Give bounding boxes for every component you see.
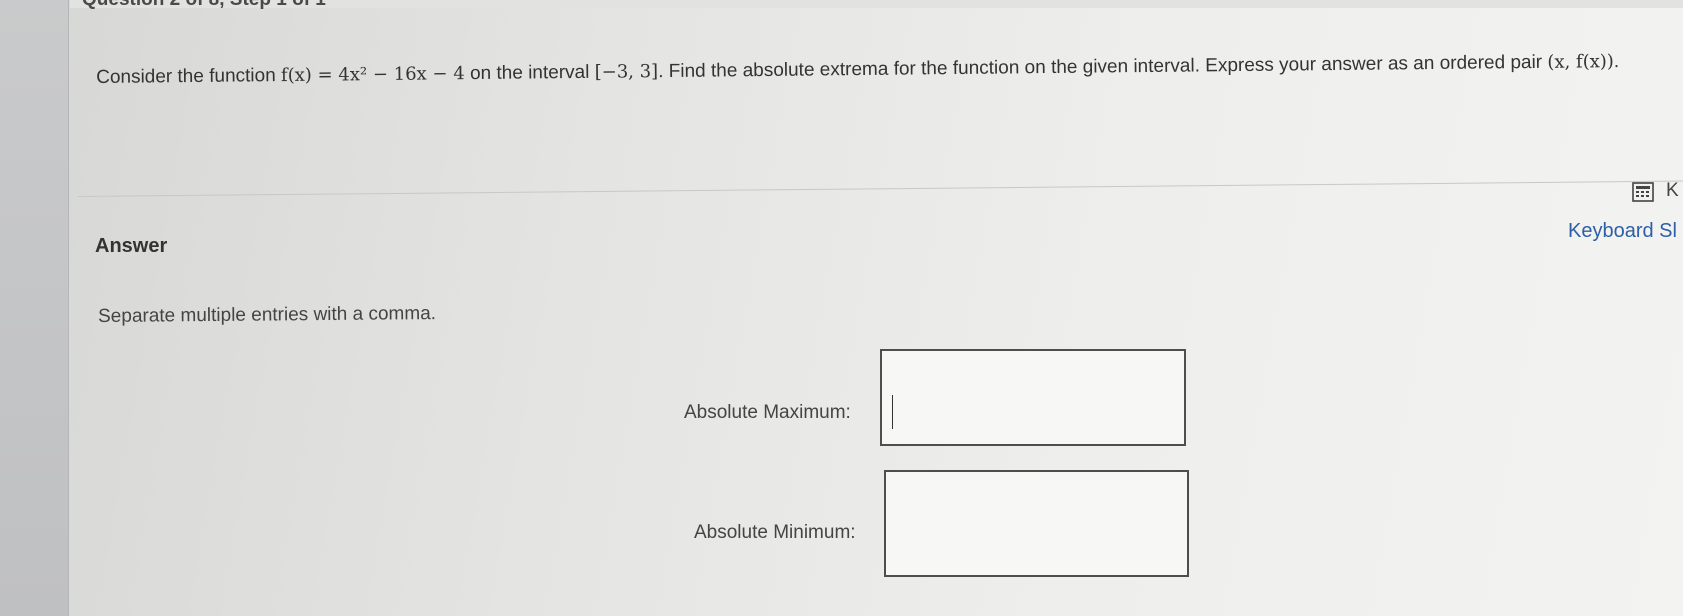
keyboard-shortcuts-link[interactable]: Keyboard Sl (1568, 220, 1677, 243)
question-progress: Question 2 of 8, Step 1 of 1 (82, 0, 326, 11)
left-rail (0, 0, 69, 616)
ordered-pair-expression: (x, f(x)) (1547, 51, 1614, 73)
prompt-text-rest: . Find the absolute extrema for the func… (658, 51, 1548, 83)
prompt-text-interval: on the interval (464, 61, 595, 85)
answer-heading: Answer (95, 235, 168, 257)
text-caret (892, 395, 893, 429)
absolute-minimum-input[interactable] (884, 470, 1189, 577)
function-expression: f(x) = 4x² − 16x − 4 (280, 63, 465, 87)
prompt-text-start: Consider the function (96, 65, 282, 88)
answer-instructions: Separate multiple entries with a comma. (98, 303, 437, 327)
absolute-maximum-input[interactable] (880, 349, 1186, 446)
keyboard-shortcut-key[interactable]: K (1666, 180, 1679, 202)
section-divider (78, 180, 1683, 197)
absolute-maximum-label: Absolute Maximum: (684, 402, 851, 423)
keyboard-icon[interactable] (1632, 182, 1654, 202)
question-prompt: Consider the function f(x) = 4x² − 16x −… (96, 45, 1676, 93)
interval-expression: [−3, 3] (594, 61, 659, 83)
prompt-text-end: . (1613, 51, 1620, 73)
absolute-minimum-label: Absolute Minimum: (694, 522, 856, 543)
